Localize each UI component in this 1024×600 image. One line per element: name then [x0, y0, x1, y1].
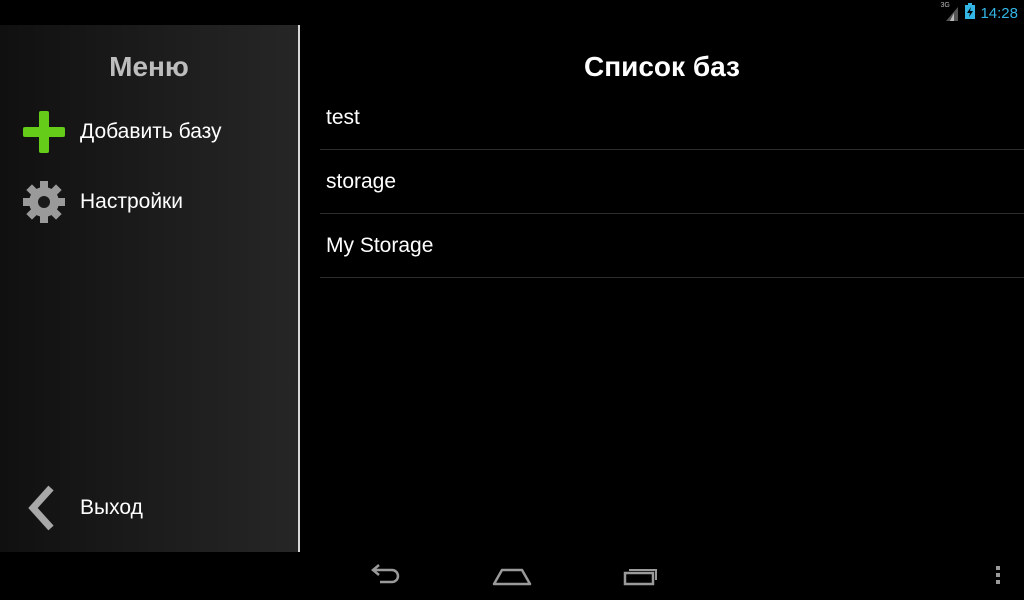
settings-label: Настройки [80, 190, 183, 213]
plus-icon [20, 108, 68, 156]
gear-icon [20, 178, 68, 226]
list-item[interactable]: My Storage [320, 214, 1024, 278]
overflow-menu-icon [995, 565, 1001, 590]
add-database-label: Добавить базу [80, 120, 222, 143]
battery-icon [965, 2, 976, 24]
navigation-bar [0, 552, 1024, 600]
back-chevron-icon [20, 484, 68, 532]
status-bar: 3G 14:28 [0, 0, 1024, 25]
clock: 14:28 [980, 4, 1018, 22]
settings-button[interactable]: Настройки [20, 176, 290, 228]
recents-icon [622, 564, 660, 591]
home-icon [492, 564, 532, 591]
database-list: test storage My Storage [320, 86, 1024, 278]
exit-label: Выход [80, 496, 143, 519]
back-button[interactable] [354, 560, 414, 594]
network-type-label: 3G [940, 2, 950, 9]
sidebar-menu: Меню Добавить базу Настройки Выход [0, 25, 298, 552]
add-database-button[interactable]: Добавить базу [20, 106, 290, 158]
page-title: Список баз [584, 51, 740, 82]
overflow-menu-button[interactable] [968, 560, 1024, 594]
list-item[interactable]: test [320, 86, 1024, 150]
status-icons: 3G 14:28 [940, 2, 1018, 24]
database-list-panel: Список баз test storage My Storage [300, 25, 1024, 552]
back-icon [366, 563, 402, 591]
home-button[interactable] [482, 560, 542, 594]
recents-button[interactable] [611, 560, 671, 594]
list-item[interactable]: storage [320, 150, 1024, 214]
signal-icon: 3G [940, 2, 960, 21]
menu-title: Меню [109, 51, 189, 82]
exit-button[interactable]: Выход [20, 482, 290, 534]
